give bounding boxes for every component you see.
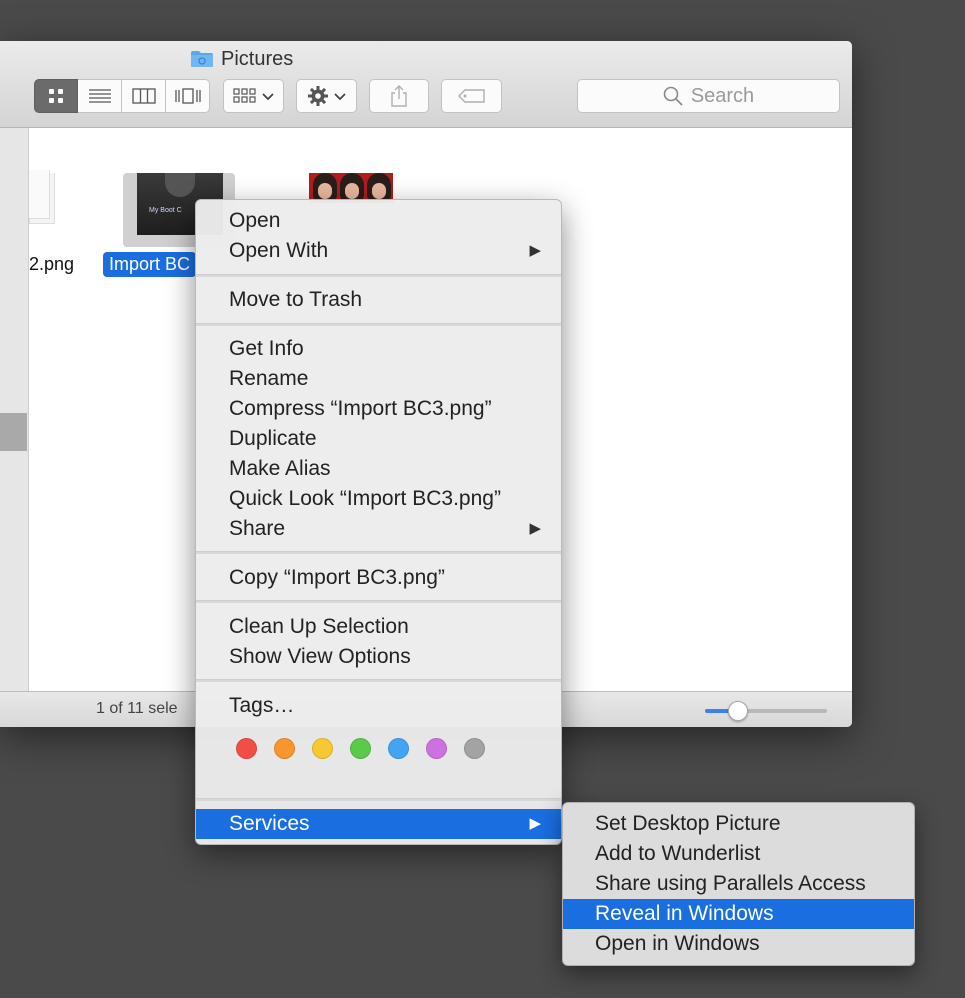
icon-size-slider[interactable] — [705, 701, 827, 721]
submenu-arrow-icon: ▶ — [529, 242, 541, 259]
icon-view-icon — [49, 89, 63, 103]
tag-color-dot[interactable] — [274, 738, 295, 759]
services-submenu: Set Desktop Picture Add to Wunderlist Sh… — [562, 802, 915, 966]
selection-status: 1 of 11 sele — [96, 700, 178, 717]
tag-color-dot[interactable] — [388, 738, 409, 759]
tag-control — [441, 79, 502, 115]
gear-icon — [307, 86, 328, 106]
submenu-arrow-icon: ▶ — [529, 815, 541, 832]
tag-color-dot[interactable] — [426, 738, 447, 759]
menu-item-share[interactable]: Share ▶ — [196, 514, 561, 544]
window-title-text: Pictures — [221, 47, 294, 70]
tag-button[interactable] — [441, 79, 502, 113]
share-icon — [391, 85, 407, 107]
service-set-desktop-picture[interactable]: Set Desktop Picture — [563, 809, 914, 839]
thumbnail-text: My Boot C — [149, 207, 182, 214]
menu-separator — [196, 679, 561, 682]
share-button[interactable] — [369, 79, 429, 113]
menu-item-open-with[interactable]: Open With ▶ — [196, 236, 561, 266]
sidebar-selected-item[interactable] — [0, 413, 27, 451]
folder-icon — [190, 50, 214, 68]
column-view-icon — [131, 88, 156, 104]
service-open-in-windows[interactable]: Open in Windows — [563, 929, 914, 959]
service-add-to-wunderlist[interactable]: Add to Wunderlist — [563, 839, 914, 869]
icon-view-button[interactable] — [34, 79, 78, 113]
service-share-using-parallels-access[interactable]: Share using Parallels Access — [563, 869, 914, 899]
menu-item-quick-look[interactable]: Quick Look “Import BC3.png” — [196, 484, 561, 514]
action-button[interactable] — [296, 79, 357, 113]
view-mode-control — [34, 79, 210, 115]
list-view-button[interactable] — [78, 79, 122, 113]
cover-flow-button[interactable] — [166, 79, 210, 113]
menu-item-services[interactable]: Services ▶ — [196, 809, 561, 839]
menu-item-move-to-trash[interactable]: Move to Trash — [196, 285, 561, 315]
search-placeholder: Search — [690, 84, 755, 107]
menu-separator — [196, 551, 561, 554]
tag-color-dot[interactable] — [312, 738, 333, 759]
cover-flow-icon — [174, 88, 201, 104]
menu-separator — [196, 323, 561, 326]
menu-item-open[interactable]: Open — [196, 206, 561, 236]
menu-item-clean-up-selection[interactable]: Clean Up Selection — [196, 612, 561, 642]
menu-item-rename[interactable]: Rename — [196, 364, 561, 394]
chevron-down-icon — [333, 93, 346, 101]
file-label: 2.png — [29, 254, 75, 274]
list-view-icon — [88, 89, 111, 103]
sidebar — [0, 128, 29, 691]
menu-item-compress[interactable]: Compress “Import BC3.png” — [196, 394, 561, 424]
action-control — [296, 79, 357, 115]
share-control — [369, 79, 429, 115]
menu-separator — [196, 798, 561, 801]
tag-color-row — [236, 738, 502, 759]
menu-separator — [196, 600, 561, 603]
menu-item-show-view-options[interactable]: Show View Options — [196, 642, 561, 672]
icon-size-slider-knob[interactable] — [727, 701, 748, 721]
file-thumbnail-page — [29, 170, 50, 219]
service-reveal-in-windows[interactable]: Reveal in Windows — [563, 899, 914, 929]
menu-item-duplicate[interactable]: Duplicate — [196, 424, 561, 454]
search-field[interactable]: Search — [577, 79, 840, 113]
tag-color-dot[interactable] — [464, 738, 485, 759]
search-icon — [663, 86, 683, 106]
arrange-grid-icon — [232, 88, 256, 103]
arrange-control — [223, 79, 284, 115]
menu-item-get-info[interactable]: Get Info — [196, 334, 561, 364]
window-title: Pictures — [190, 47, 293, 71]
arrange-button[interactable] — [223, 79, 284, 113]
file-label-selected[interactable]: Import BC — [103, 252, 197, 277]
menu-item-tags[interactable]: Tags… — [196, 691, 561, 721]
context-menu: Open Open With ▶ Move to Trash Get Info R… — [195, 199, 562, 845]
menu-separator — [196, 274, 561, 277]
tag-color-dot[interactable] — [236, 738, 257, 759]
toolbar: Pictures Search — [0, 41, 852, 128]
menu-item-make-alias[interactable]: Make Alias — [196, 454, 561, 484]
chevron-down-icon — [261, 93, 274, 101]
tag-icon — [457, 89, 485, 103]
tag-color-dot[interactable] — [350, 738, 371, 759]
submenu-arrow-icon: ▶ — [529, 520, 541, 537]
column-view-button[interactable] — [122, 79, 166, 113]
menu-item-copy[interactable]: Copy “Import BC3.png” — [196, 563, 561, 593]
